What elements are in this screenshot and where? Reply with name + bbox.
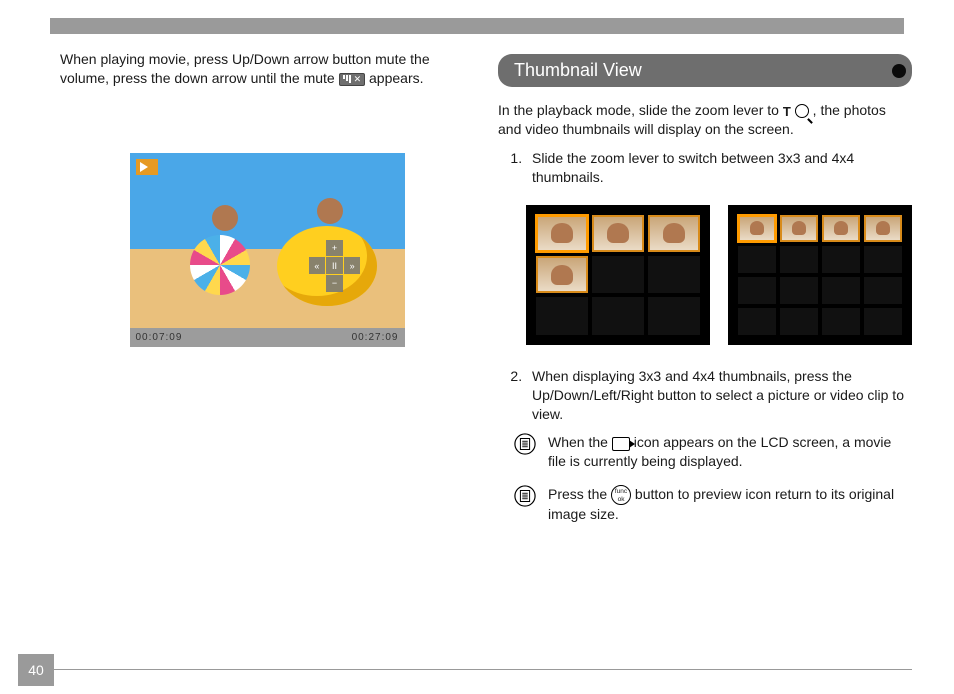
thumbnail-3x3 (526, 205, 710, 345)
playback-flag-icon (136, 159, 158, 175)
dpad-left-icon: « (309, 257, 326, 274)
movie-frame: + « II » − (130, 153, 405, 328)
mute-icon: ✕ (339, 73, 366, 86)
note1-before: When the (548, 434, 612, 450)
steps-list: Slide the zoom lever to switch between 3… (498, 149, 912, 187)
dpad-center-icon: II (326, 257, 343, 274)
section-header: Thumbnail View (498, 54, 912, 87)
thumbnail-4x4 (728, 205, 912, 345)
movie-file-icon (612, 437, 630, 451)
beach-figure-1 (190, 205, 260, 300)
thumbnail-screenshots (526, 205, 912, 345)
note2-before: Press the (548, 486, 611, 502)
note-2-text: Press the func ok button to preview icon… (548, 485, 912, 524)
playback-dpad-overlay: + « II » − (309, 240, 361, 292)
footer-rule (54, 669, 912, 670)
dpad-right-icon: » (344, 257, 361, 274)
time-total: 00:27:09 (352, 332, 399, 343)
note-2: Press the func ok button to preview icon… (514, 485, 912, 524)
note-icon (514, 433, 536, 455)
mute-paragraph: When playing movie, press Up/Down arrow … (60, 50, 474, 88)
magnifier-icon (795, 104, 809, 118)
intro-before: In the playback mode, slide the zoom lev… (498, 102, 783, 118)
left-column: When playing movie, press Up/Down arrow … (60, 50, 474, 654)
intro-paragraph: In the playback mode, slide the zoom lev… (498, 101, 912, 139)
note-1-text: When the icon appears on the LCD screen,… (548, 433, 912, 471)
right-column: Thumbnail View In the playback mode, sli… (498, 50, 912, 654)
page-number: 40 (18, 654, 54, 686)
mute-text-after: appears. (369, 70, 423, 86)
func-ok-button-icon: func ok (611, 485, 631, 505)
step-2: When displaying 3x3 and 4x4 thumbnails, … (526, 367, 912, 424)
movie-playback-screenshot: + « II » − 00:07:09 00:27:09 (130, 153, 405, 347)
note-1: When the icon appears on the LCD screen,… (514, 433, 912, 471)
step-1: Slide the zoom lever to switch between 3… (526, 149, 912, 187)
top-bar (50, 18, 904, 34)
note-icon (514, 485, 536, 507)
steps-list-2: When displaying 3x3 and 4x4 thumbnails, … (498, 367, 912, 424)
section-title: Thumbnail View (514, 60, 642, 80)
dpad-down-icon: − (326, 275, 343, 292)
movie-time-bar: 00:07:09 00:27:09 (130, 328, 405, 347)
dpad-up-icon: + (326, 240, 343, 257)
time-elapsed: 00:07:09 (136, 332, 183, 343)
zoom-lever-icon: T (783, 103, 809, 121)
zoom-t-label: T (783, 103, 791, 121)
